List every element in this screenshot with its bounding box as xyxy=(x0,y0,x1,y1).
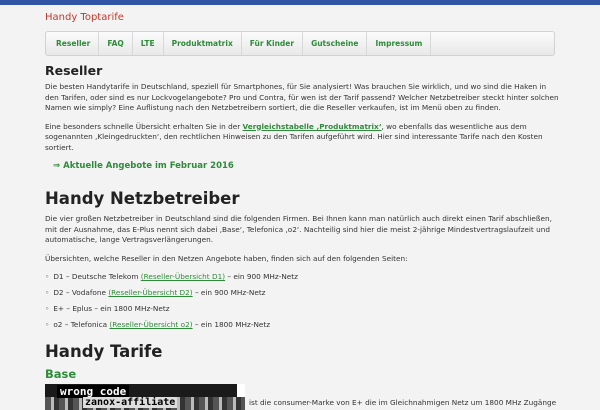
operator-name: D1 – Deutsche Telekom xyxy=(53,272,141,281)
overview-text-before: Eine besonders schnelle Übersicht erhalt… xyxy=(45,121,243,131)
site-title[interactable]: Handy Toptarife xyxy=(45,12,124,23)
nav-item-impressum[interactable]: Impressum xyxy=(367,32,432,55)
netzbetreiber-heading: Handy Netzbetreiber xyxy=(45,189,240,208)
arrow-right-icon: ⇒ xyxy=(53,161,61,171)
list-item: ◦ D1 – Deutsche Telekom (Reseller-Übersic… xyxy=(45,272,560,282)
operator-frequency: – ein 900 MHz-Netz xyxy=(192,288,266,297)
nav-item-fuer-kinder[interactable]: Für Kinder xyxy=(242,32,304,55)
banner-affiliate-text: zanox-affiliate xyxy=(83,397,178,408)
netzbetreiber-overview: Übersichten, welche Reseller in den Netz… xyxy=(45,253,408,263)
list-item: ◦ D2 – Vodafone (Reseller-Übersicht D2) –… xyxy=(45,288,560,298)
operator-name: o2 – Telefonica xyxy=(53,320,110,329)
current-offers-label: Aktuelle Angebote im Februar 2016 xyxy=(63,161,234,171)
base-heading: Base xyxy=(45,367,77,381)
reseller-intro: Die besten Handytarife in Deutschland, s… xyxy=(45,82,559,112)
tarife-heading: Handy Tarife xyxy=(45,342,163,361)
operator-list: ◦ D1 – Deutsche Telekom (Reseller-Übersic… xyxy=(45,272,560,330)
nav-item-reseller[interactable]: Reseller xyxy=(48,32,100,55)
banner-corner xyxy=(237,384,245,397)
bullet-icon: ◦ xyxy=(45,320,50,329)
reseller-overview-o2-link[interactable]: (Reseller-Übersicht o2) xyxy=(109,320,192,329)
base-row: wrong code zanox-affiliate ist die consu… xyxy=(45,384,560,410)
main-content: Reseller Die besten Handytarife in Deuts… xyxy=(45,60,560,410)
nav-item-gutscheine[interactable]: Gutscheine xyxy=(303,32,368,55)
operator-name: D2 – Vodafone xyxy=(53,288,109,297)
nav-item-lte[interactable]: LTE xyxy=(133,32,164,55)
produktmatrix-link[interactable]: Vergleichstabelle ‚Produktmatrix‘ xyxy=(243,122,382,131)
reseller-heading: Reseller xyxy=(45,63,103,78)
operator-name: E+ – Eplus – ein 1800 MHz-Netz xyxy=(53,304,170,313)
list-item: ◦ E+ – Eplus – ein 1800 MHz-Netz xyxy=(45,304,560,314)
bullet-icon: ◦ xyxy=(45,304,50,313)
nav-item-faq[interactable]: FAQ xyxy=(99,32,133,55)
reseller-overview-d2-link[interactable]: (Reseller-Übersicht D2) xyxy=(108,288,192,297)
reseller-overview-paragraph: Eine besonders schnelle Übersicht erhalt… xyxy=(45,122,560,154)
bullet-icon: ◦ xyxy=(45,288,50,297)
nav-item-produktmatrix[interactable]: Produktmatrix xyxy=(164,32,242,55)
netzbetreiber-intro: Die vier großen Netzbetreiber in Deutsch… xyxy=(45,214,552,244)
reseller-overview-d1-link[interactable]: (Reseller-Übersicht D1) xyxy=(141,272,225,281)
operator-frequency: – ein 1800 MHz-Netz xyxy=(192,320,271,329)
top-bar xyxy=(0,0,600,5)
main-nav: Reseller FAQ LTE Produktmatrix Für Kinde… xyxy=(45,31,555,56)
operator-frequency: – ein 900 MHz-Netz xyxy=(225,272,298,281)
bullet-icon: ◦ xyxy=(45,272,50,281)
affiliate-banner[interactable]: wrong code zanox-affiliate xyxy=(45,384,245,410)
current-offers-link[interactable]: ⇒ Aktuelle Angebote im Februar 2016 xyxy=(53,161,560,171)
list-item: ◦ o2 – Telefonica (Reseller-Übersicht o2)… xyxy=(45,320,560,330)
